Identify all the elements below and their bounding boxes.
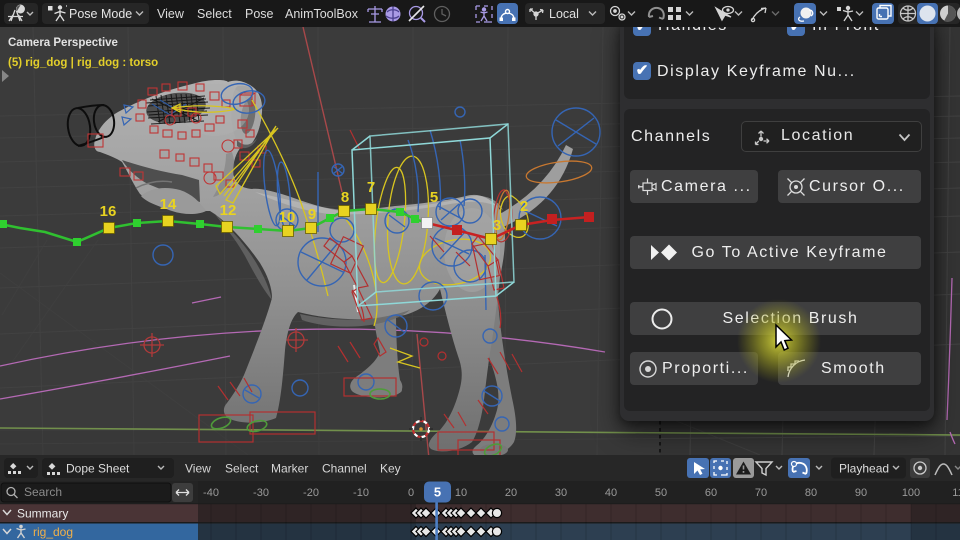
svg-text:40: 40 <box>605 487 617 499</box>
svg-text:30: 30 <box>555 487 567 499</box>
svg-text:80: 80 <box>805 487 817 499</box>
svg-text:Pose Mode: Pose Mode <box>69 7 132 21</box>
svg-text:View: View <box>157 7 185 21</box>
svg-text:Key: Key <box>380 462 401 476</box>
svg-text:7: 7 <box>367 179 375 196</box>
svg-text:90: 90 <box>855 487 867 499</box>
svg-text:Select: Select <box>197 7 232 21</box>
svg-text:Dope Sheet: Dope Sheet <box>66 462 130 476</box>
svg-text:-10: -10 <box>353 487 369 499</box>
svg-text:20: 20 <box>505 487 517 499</box>
svg-text:60: 60 <box>705 487 717 499</box>
svg-text:70: 70 <box>755 487 767 499</box>
svg-text:16: 16 <box>100 203 117 220</box>
svg-text:11: 11 <box>952 487 960 499</box>
svg-text:0: 0 <box>408 487 414 499</box>
svg-text:Playhead: Playhead <box>839 462 889 476</box>
svg-text:AnimToolBox: AnimToolBox <box>285 7 359 21</box>
svg-text:Summary: Summary <box>17 507 68 521</box>
svg-text:-40: -40 <box>203 487 219 499</box>
svg-text:Marker: Marker <box>271 462 308 476</box>
svg-text:100: 100 <box>902 487 920 499</box>
svg-text:-30: -30 <box>253 487 269 499</box>
svg-text:rig_dog: rig_dog <box>33 525 73 539</box>
svg-text:Select: Select <box>225 462 259 476</box>
svg-text:5: 5 <box>434 485 441 500</box>
svg-text:10: 10 <box>455 487 467 499</box>
svg-text:Search: Search <box>24 485 62 499</box>
svg-text:2: 2 <box>520 198 528 215</box>
svg-text:12: 12 <box>220 202 237 219</box>
svg-text:10: 10 <box>279 209 296 226</box>
svg-text:14: 14 <box>160 196 177 213</box>
svg-text:9: 9 <box>308 206 316 223</box>
svg-text:Local: Local <box>549 7 579 21</box>
svg-text:8: 8 <box>341 189 349 206</box>
svg-text:50: 50 <box>655 487 667 499</box>
svg-text:View: View <box>185 462 211 476</box>
svg-text:3: 3 <box>493 217 501 234</box>
svg-text:-20: -20 <box>303 487 319 499</box>
svg-text:Pose: Pose <box>245 7 274 21</box>
svg-text:5: 5 <box>430 189 438 206</box>
svg-text:Channel: Channel <box>322 462 367 476</box>
